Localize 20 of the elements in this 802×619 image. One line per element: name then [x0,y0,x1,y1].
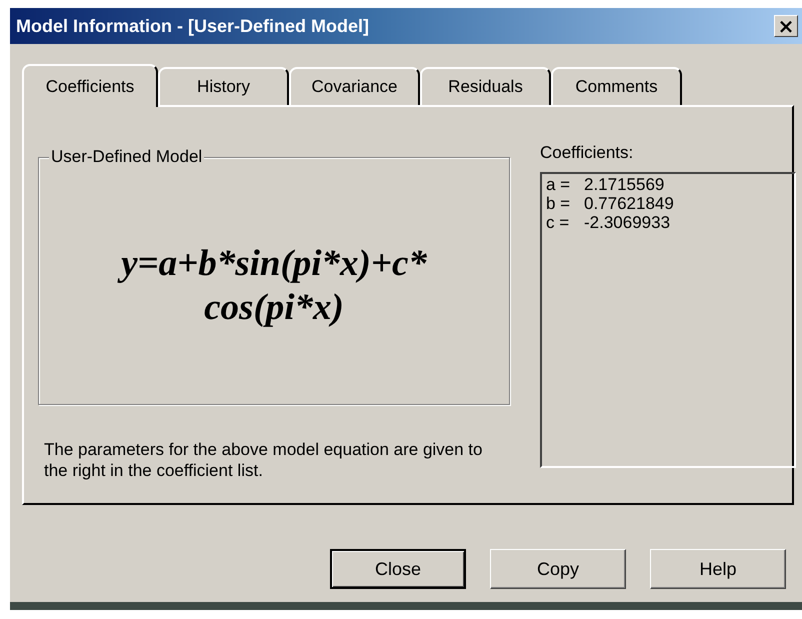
tab[interactable]: Residuals [420,67,551,105]
tab[interactable]: Covariance [289,67,420,105]
dialog-button[interactable]: Help [650,549,786,589]
tab[interactable]: History [158,67,289,105]
tab[interactable]: Comments [551,67,682,105]
list-label: Coefficients: [540,143,634,163]
coefficient-list[interactable]: a = 2.1715569 b = 0.77621849 c = -2.3069933 [540,172,796,468]
coefficient-value: 0.77621849 [584,194,674,213]
dialog-button[interactable]: Close [330,549,466,589]
coefficient-name: a = [546,175,572,194]
coefficient-name: b = [546,194,572,213]
coefficient-name: c = [546,213,570,232]
tab[interactable]: Coefficients [22,64,158,107]
description-text: The parameters for the above model equation are given to the right in the coefficient list. [44,439,484,481]
coefficient-value: 2.1715569 [584,175,664,194]
close-button[interactable]: × [774,15,798,37]
dialog-button[interactable]: Copy [490,549,626,589]
model-equation: y=a+b*sin(pi*x)+c* cos(pi*x) [74,242,474,330]
coefficient-value: -2.3069933 [584,213,670,232]
window-title: Model Information - [User-Defined Model] [16,16,369,36]
